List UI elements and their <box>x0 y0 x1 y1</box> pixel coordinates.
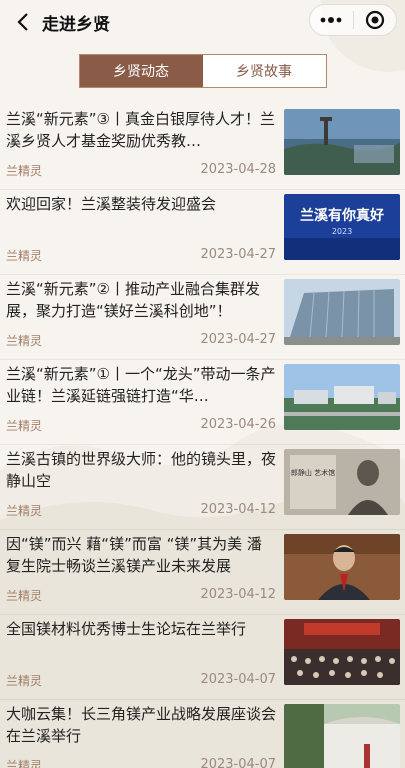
article-source: 兰精灵 <box>6 589 43 603</box>
article-thumbnail: 兰溪有你真好 2023 <box>284 194 400 260</box>
glass-building-image <box>284 279 400 345</box>
article-item[interactable]: 兰溪“新元素”③丨真金白银厚待人才！兰溪乡贤人才基金奖励优秀教… 兰精灵 202… <box>0 106 405 190</box>
article-title: 因“镁”而兴 藉“镁”而富 “镁”其为美 潘复生院士畅谈兰溪镁产业未来发展 <box>6 535 262 575</box>
article-date: 2023-04-28 <box>200 162 276 177</box>
tab-bar: 乡贤动态 乡贤故事 <box>78 54 327 88</box>
more-dots-icon <box>320 17 342 23</box>
article-meta: 兰精灵 2023-04-07 <box>6 757 276 768</box>
article-thumbnail <box>284 704 400 768</box>
article-meta: 兰精灵 2023-04-07 <box>6 672 276 689</box>
tab-news[interactable]: 乡贤动态 <box>79 55 203 87</box>
more-menu-button[interactable] <box>310 5 353 35</box>
article-date: 2023-04-27 <box>200 332 276 347</box>
billboard-year: 2023 <box>332 227 352 236</box>
article-source: 兰精灵 <box>6 164 43 178</box>
target-circle-icon <box>365 10 384 30</box>
article-date: 2023-04-07 <box>200 672 276 687</box>
close-mini-program-button[interactable] <box>353 5 396 35</box>
article-date: 2023-04-07 <box>200 757 276 768</box>
article-date: 2023-04-26 <box>200 417 276 432</box>
article-list: 兰溪“新元素”③丨真金白银厚待人才！兰溪乡贤人才基金奖励优秀教… 兰精灵 202… <box>0 106 405 768</box>
article-date: 2023-04-12 <box>200 587 276 602</box>
article-text: 全国镁材料优秀博士生论坛在兰举行 兰精灵 2023-04-07 <box>6 616 284 699</box>
article-date: 2023-04-27 <box>200 247 276 262</box>
article-title: 欢迎回家！兰溪整装待发迎盛会 <box>6 195 217 213</box>
chevron-left-icon <box>17 13 28 31</box>
industrial-park-image <box>284 364 400 430</box>
billboard-text: 兰溪有你真好 <box>300 207 384 224</box>
article-title: 全国镁材料优秀博士生论坛在兰举行 <box>6 620 247 638</box>
article-item[interactable]: 兰溪“新元素”①丨一个“龙头”带动一条产业链！兰溪延链强链打造“华… 兰精灵 2… <box>0 361 405 445</box>
article-meta: 兰精灵 2023-04-12 <box>6 587 276 604</box>
article-date: 2023-04-12 <box>200 502 276 517</box>
article-text: 兰溪“新元素”③丨真金白银厚待人才！兰溪乡贤人才基金奖励优秀教… 兰精灵 202… <box>6 106 284 189</box>
article-thumbnail <box>284 534 400 600</box>
building-exterior-image <box>284 704 400 768</box>
forum-hall-image <box>284 619 400 685</box>
article-item[interactable]: 大咖云集！长三角镁产业战略发展座谈会在兰溪举行 兰精灵 2023-04-07 <box>0 701 405 768</box>
article-source: 兰精灵 <box>6 334 43 348</box>
mini-program-capsule <box>309 4 397 36</box>
article-title: 兰溪“新元素”①丨一个“龙头”带动一条产业链！兰溪延链强链打造“华… <box>6 365 276 405</box>
article-meta: 兰精灵 2023-04-27 <box>6 332 276 349</box>
article-title: 兰溪古镇的世界级大师：他的镜头里，夜静山空 <box>6 450 276 490</box>
article-item[interactable]: 因“镁”而兴 藉“镁”而富 “镁”其为美 潘复生院士畅谈兰溪镁产业未来发展 兰精… <box>0 531 405 615</box>
article-title: 大咖云集！长三角镁产业战略发展座谈会在兰溪举行 <box>6 705 276 745</box>
article-title: 兰溪“新元素”③丨真金白银厚待人才！兰溪乡贤人才基金奖励优秀教… <box>6 110 275 150</box>
article-thumbnail <box>284 364 400 430</box>
article-source: 兰精灵 <box>6 249 43 263</box>
article-source: 兰精灵 <box>6 759 43 768</box>
welcome-billboard-image: 兰溪有你真好 2023 <box>284 194 400 260</box>
article-text: 兰溪“新元素”①丨一个“龙头”带动一条产业链！兰溪延链强链打造“华… 兰精灵 2… <box>6 361 284 444</box>
city-aerial-image <box>284 109 400 175</box>
museum-sign-text: 郎静山 艺术馆 <box>291 468 335 477</box>
article-source: 兰精灵 <box>6 504 43 518</box>
article-text: 兰溪古镇的世界级大师：他的镜头里，夜静山空 兰精灵 2023-04-12 <box>6 446 284 529</box>
article-title: 兰溪“新元素”②丨推动产业融合集群发展，聚力打造“镁好兰溪科创地”！ <box>6 280 260 320</box>
tab-stories[interactable]: 乡贤故事 <box>203 55 326 87</box>
page-title: 走进乡贤 <box>42 14 110 35</box>
article-meta: 兰精灵 2023-04-26 <box>6 417 276 434</box>
article-thumbnail <box>284 619 400 685</box>
article-text: 因“镁”而兴 藉“镁”而富 “镁”其为美 潘复生院士畅谈兰溪镁产业未来发展 兰精… <box>6 531 284 614</box>
article-item[interactable]: 兰溪“新元素”②丨推动产业融合集群发展，聚力打造“镁好兰溪科创地”！ 兰精灵 2… <box>0 276 405 360</box>
article-meta: 兰精灵 2023-04-12 <box>6 502 276 519</box>
back-button[interactable] <box>12 11 34 33</box>
article-thumbnail: 郎静山 艺术馆 <box>284 449 400 515</box>
article-item[interactable]: 欢迎回家！兰溪整装待发迎盛会 兰精灵 2023-04-27 兰溪有你真好 202… <box>0 191 405 275</box>
art-museum-image: 郎静山 艺术馆 <box>284 449 400 515</box>
article-thumbnail <box>284 279 400 345</box>
article-text: 大咖云集！长三角镁产业战略发展座谈会在兰溪举行 兰精灵 2023-04-07 <box>6 701 284 768</box>
article-item[interactable]: 兰溪古镇的世界级大师：他的镜头里，夜静山空 兰精灵 2023-04-12 郎静山… <box>0 446 405 530</box>
academician-portrait-image <box>284 534 400 600</box>
top-bar: 走进乡贤 <box>0 0 405 44</box>
article-meta: 兰精灵 2023-04-27 <box>6 247 276 264</box>
article-source: 兰精灵 <box>6 674 43 688</box>
article-thumbnail <box>284 109 400 175</box>
article-source: 兰精灵 <box>6 419 43 433</box>
article-meta: 兰精灵 2023-04-28 <box>6 162 276 179</box>
article-item[interactable]: 全国镁材料优秀博士生论坛在兰举行 兰精灵 2023-04-07 <box>0 616 405 700</box>
article-text: 兰溪“新元素”②丨推动产业融合集群发展，聚力打造“镁好兰溪科创地”！ 兰精灵 2… <box>6 276 284 359</box>
article-text: 欢迎回家！兰溪整装待发迎盛会 兰精灵 2023-04-27 <box>6 191 284 274</box>
